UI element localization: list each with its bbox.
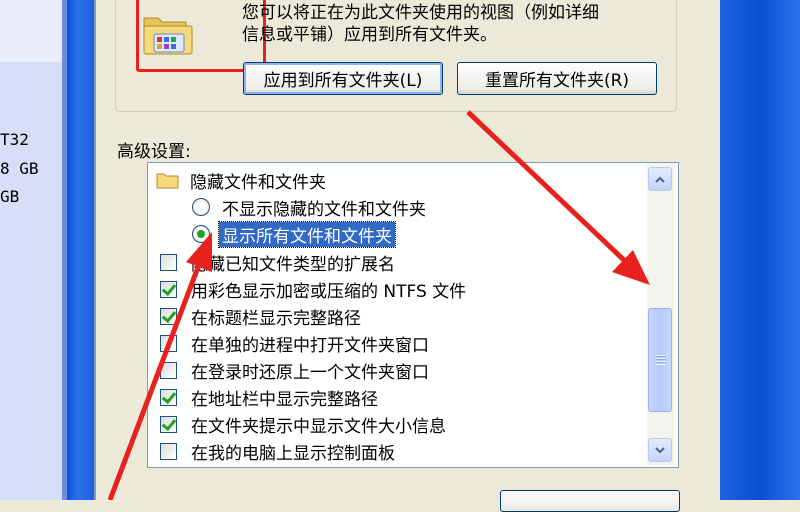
- reset-all-folders-button[interactable]: 重置所有文件夹(R): [457, 62, 657, 95]
- window-frame-right: [720, 0, 800, 500]
- apply-to-all-folders-button[interactable]: 应用到所有文件夹(L): [243, 62, 443, 95]
- list-item-checkbox[interactable]: 在登录时还原上一个文件夹窗口: [160, 357, 429, 383]
- list-item-checkbox[interactable]: 在文件夹提示中显示文件大小信息: [160, 411, 446, 437]
- checkbox-checked[interactable]: [160, 280, 177, 298]
- checkbox[interactable]: [160, 361, 177, 379]
- details-pane: T32 8 GB GB: [0, 0, 67, 500]
- scrollbar-thumb[interactable]: [648, 308, 672, 412]
- checkbox[interactable]: [160, 334, 177, 352]
- checkbox[interactable]: [160, 253, 177, 271]
- folder-icon: [156, 173, 179, 189]
- radio-button-selected[interactable]: [192, 225, 210, 243]
- advanced-settings-label: 高级设置:: [117, 142, 191, 162]
- list-scrollbar[interactable]: [647, 163, 675, 465]
- list-item-radio-hide[interactable]: 不显示隐藏的文件和文件夹: [192, 194, 426, 220]
- size-text: 8 GB: [0, 159, 39, 178]
- list-item-checkbox[interactable]: 隐藏已知文件类型的扩展名: [160, 249, 395, 275]
- scroll-up-arrow-icon[interactable]: [648, 167, 672, 191]
- scroll-down-arrow-icon[interactable]: [648, 438, 672, 462]
- window-frame-left: [67, 0, 94, 500]
- advanced-settings-list[interactable]: 隐藏文件和文件夹 不显示隐藏的文件和文件夹 显示所有文件和文件夹 隐藏已知文件类…: [147, 162, 679, 468]
- list-item-checkbox[interactable]: 在我的电脑上显示控制面板: [160, 438, 395, 464]
- radio-button[interactable]: [192, 198, 210, 216]
- list-item-checkbox[interactable]: 在标题栏显示完整路径: [160, 303, 361, 329]
- ok-button[interactable]: [500, 490, 680, 512]
- list-item-checkbox[interactable]: 在单独的进程中打开文件夹窗口: [160, 330, 429, 356]
- size-text-2: GB: [0, 187, 20, 206]
- selected-option-label: 显示所有文件和文件夹: [218, 220, 396, 248]
- list-item-checkbox[interactable]: 用彩色显示加密或压缩的 NTFS 文件: [160, 276, 466, 302]
- checkbox[interactable]: [160, 442, 177, 460]
- list-item-hidden-files-group: 隐藏文件和文件夹: [156, 167, 326, 193]
- list-item-checkbox[interactable]: 在地址栏中显示完整路径: [160, 384, 378, 410]
- filesystem-text: T32: [0, 130, 29, 149]
- details-pane-body: [0, 0, 62, 500]
- checkbox-checked[interactable]: [160, 307, 177, 325]
- checkbox-checked[interactable]: [160, 415, 177, 433]
- folder-views-description: 您可以将正在为此文件夹使用的视图（例如详细 信息或平铺）应用到所有文件夹。: [242, 3, 599, 45]
- list-item-radio-show[interactable]: 显示所有文件和文件夹: [192, 220, 396, 248]
- checkbox-checked[interactable]: [160, 388, 177, 406]
